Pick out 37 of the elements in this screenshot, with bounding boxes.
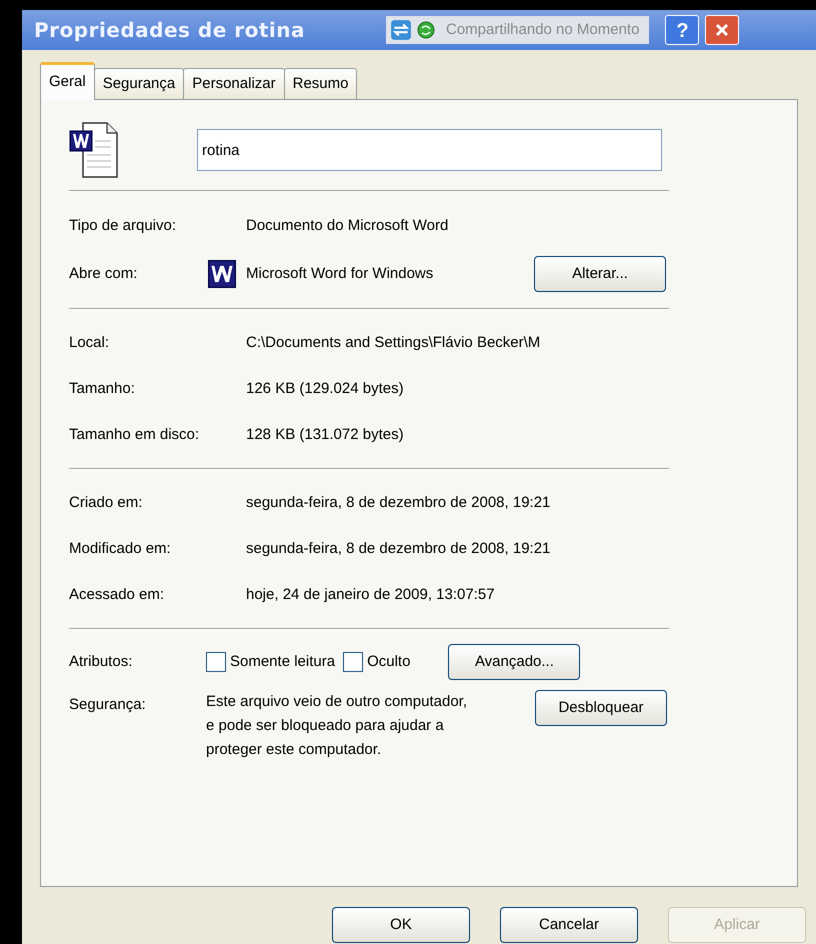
field-label: Tipo de arquivo: bbox=[69, 216, 178, 236]
sync-icon bbox=[390, 19, 412, 41]
field-label: Abre com: bbox=[69, 264, 138, 284]
field-value: Microsoft Word for Windows bbox=[246, 264, 434, 284]
field-value: segunda-feira, 8 de dezembro de 2008, 19:21 bbox=[246, 492, 550, 513]
tab[interactable]: Geral bbox=[40, 62, 95, 100]
checkbox[interactable]: Oculto bbox=[343, 650, 410, 674]
field-label: Local: bbox=[69, 332, 110, 353]
field-value: hoje, 24 de janeiro de 2009, 13:07:57 bbox=[246, 584, 495, 605]
field-label: Tamanho em disco: bbox=[69, 424, 200, 445]
field-value: segunda-feira, 8 de dezembro de 2008, 19:21 bbox=[246, 538, 550, 559]
field-value: 126 KB (129.024 bytes) bbox=[246, 378, 404, 399]
dialog-button[interactable]: Cancelar bbox=[500, 907, 638, 943]
checkbox[interactable]: Somente leitura bbox=[206, 650, 336, 674]
field-label: Segurança: bbox=[69, 695, 147, 715]
field-label: Acessado em: bbox=[69, 584, 166, 605]
word-document-icon bbox=[69, 121, 119, 179]
help-button[interactable]: ? bbox=[665, 15, 700, 45]
file-name-field[interactable]: rotina bbox=[197, 129, 662, 171]
field-label: Tamanho: bbox=[69, 378, 136, 399]
close-icon bbox=[714, 22, 730, 38]
field-label: Modificado em: bbox=[69, 538, 172, 559]
field-label: Atributos: bbox=[69, 652, 134, 672]
field-value: Documento do Microsoft Word bbox=[246, 216, 448, 236]
window-title: Propriedades de rotina bbox=[34, 17, 306, 44]
security-message: Este arquivo veio de outro computador, e pode ser bloqueado para ajudar a proteger este computador. bbox=[206, 692, 468, 760]
tab[interactable]: Resumo bbox=[284, 68, 358, 100]
field-value: C:\Documents and Settings\Flávio Becker\M bbox=[246, 332, 540, 353]
field-value: 128 KB (131.072 bytes) bbox=[246, 424, 404, 445]
field-label: Criado em: bbox=[69, 492, 144, 513]
unblock-button[interactable]: Desbloquear bbox=[535, 690, 667, 726]
word-icon bbox=[206, 260, 238, 288]
change-button[interactable]: Alterar... bbox=[534, 256, 666, 292]
close-button[interactable] bbox=[705, 15, 740, 45]
sharing-status: Compartilhando no Momento bbox=[445, 20, 640, 40]
advanced-button[interactable]: Avançado... bbox=[448, 644, 580, 680]
dialog-button[interactable]: OK bbox=[332, 907, 470, 943]
